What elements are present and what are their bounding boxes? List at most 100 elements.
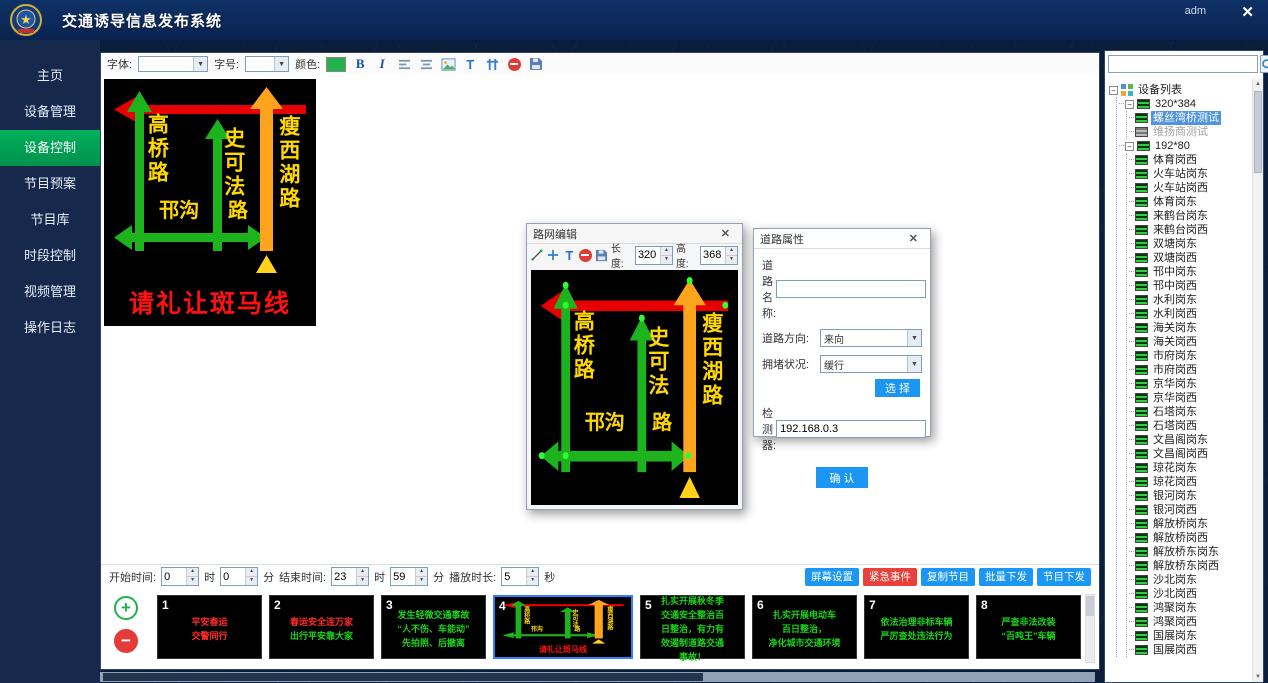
tree-device-1-25[interactable]: 银河岗西 bbox=[1129, 503, 1253, 517]
tree-device-1-35[interactable]: 国展岗西 bbox=[1129, 643, 1253, 657]
sidebar-item-2[interactable]: 设备控制 bbox=[0, 130, 100, 166]
sidebar-item-7[interactable]: 操作日志 bbox=[0, 310, 100, 346]
tree-device-0-0[interactable]: 螺丝湾桥测试 bbox=[1129, 111, 1253, 125]
color-swatch[interactable] bbox=[326, 57, 346, 72]
road-direction-select[interactable]: 来向 ▼ bbox=[820, 329, 922, 347]
end-min-input[interactable] bbox=[391, 568, 415, 585]
start-min-input[interactable] bbox=[221, 568, 245, 585]
playlist-item-1[interactable]: 1平安春运交警同行 bbox=[157, 595, 262, 659]
tree-device-1-32[interactable]: 鸿聚岗东 bbox=[1129, 601, 1253, 615]
save-icon[interactable] bbox=[528, 56, 544, 72]
tree-device-1-18[interactable]: 石塔岗东 bbox=[1129, 405, 1253, 419]
sidebar-item-4[interactable]: 节目库 bbox=[0, 202, 100, 238]
tree-device-1-27[interactable]: 解放桥岗西 bbox=[1129, 531, 1253, 545]
collapse-icon[interactable]: − bbox=[1109, 86, 1118, 95]
tree-device-1-8[interactable]: 邗中岗东 bbox=[1129, 265, 1253, 279]
playlist-item-3[interactable]: 3发生轻微交通事故“人不伤、车能动”先拍照、后撤离 bbox=[381, 595, 486, 659]
stepper-arrows[interactable]: ▲▼ bbox=[356, 568, 368, 585]
detector-input[interactable] bbox=[776, 420, 926, 438]
end-hour-input[interactable] bbox=[332, 568, 356, 585]
user-label[interactable]: adm bbox=[1185, 5, 1206, 17]
led-preview[interactable]: 高桥路 史可法 瘦西湖路 邗沟 路 请礼让斑马线 bbox=[104, 79, 316, 326]
tree-scrollbar[interactable]: ▲ ▼ bbox=[1252, 79, 1263, 682]
duration-stepper[interactable]: ▲▼ bbox=[501, 567, 539, 586]
action-button-0[interactable]: 屏幕设置 bbox=[805, 568, 859, 586]
tree-device-1-19[interactable]: 石塔岗西 bbox=[1129, 419, 1253, 433]
line-tool-icon[interactable] bbox=[531, 248, 544, 262]
stepper-arrows[interactable]: ▲▼ bbox=[526, 568, 538, 585]
tree-device-1-9[interactable]: 邗中岗西 bbox=[1129, 279, 1253, 293]
tree-device-1-24[interactable]: 银河岗东 bbox=[1129, 489, 1253, 503]
scrollbar-thumb[interactable] bbox=[103, 673, 703, 681]
search-button[interactable] bbox=[1260, 55, 1268, 73]
height-input[interactable] bbox=[701, 247, 725, 264]
tree-device-1-34[interactable]: 国展岗东 bbox=[1129, 629, 1253, 643]
collapse-icon[interactable]: − bbox=[1125, 142, 1134, 151]
length-stepper[interactable]: ▲▼ bbox=[635, 246, 673, 265]
columns-icon[interactable] bbox=[484, 56, 500, 72]
tree-device-1-30[interactable]: 沙北岗东 bbox=[1129, 573, 1253, 587]
playlist-scrollbar[interactable] bbox=[1085, 594, 1095, 663]
action-button-3[interactable]: 批量下发 bbox=[979, 568, 1033, 586]
scroll-up-icon[interactable]: ▲ bbox=[1253, 79, 1263, 89]
start-min-stepper[interactable]: ▲▼ bbox=[220, 567, 258, 586]
scrollbar-thumb[interactable] bbox=[1086, 596, 1094, 616]
tree-device-1-5[interactable]: 来鹤台岗西 bbox=[1129, 223, 1253, 237]
action-button-2[interactable]: 复制节目 bbox=[921, 568, 975, 586]
tree-device-1-7[interactable]: 双塘岗西 bbox=[1129, 251, 1253, 265]
tree-device-1-12[interactable]: 海关岗东 bbox=[1129, 321, 1253, 335]
tree-device-1-15[interactable]: 市府岗西 bbox=[1129, 363, 1253, 377]
sidebar-item-0[interactable]: 主页 bbox=[0, 58, 100, 94]
length-input[interactable] bbox=[636, 247, 660, 264]
move-tool-icon[interactable] bbox=[547, 248, 560, 262]
sidebar-item-6[interactable]: 视频管理 bbox=[0, 274, 100, 310]
tree-device-1-23[interactable]: 琼花岗西 bbox=[1129, 475, 1253, 489]
tree-device-0-1[interactable]: 维扬商测试 bbox=[1129, 125, 1253, 139]
dialog-titlebar[interactable]: 路网编辑 ✕ bbox=[527, 224, 742, 244]
playlist-item-4[interactable]: 4 bbox=[493, 595, 633, 659]
size-select[interactable]: ▼ bbox=[245, 56, 289, 72]
tree-device-1-0[interactable]: 体育岗西 bbox=[1129, 153, 1253, 167]
stepper-arrows[interactable]: ▲▼ bbox=[725, 247, 737, 264]
tree-device-1-33[interactable]: 鸿聚岗西 bbox=[1129, 615, 1253, 629]
select-button[interactable]: 选 择 bbox=[875, 379, 920, 397]
collapse-icon[interactable]: − bbox=[1125, 100, 1134, 109]
tree-device-1-14[interactable]: 市府岗东 bbox=[1129, 349, 1253, 363]
start-hour-input[interactable] bbox=[162, 568, 186, 585]
text-icon[interactable]: T bbox=[462, 56, 478, 72]
stepper-arrows[interactable]: ▲▼ bbox=[186, 568, 198, 585]
duration-input[interactable] bbox=[502, 568, 526, 585]
road-name-input[interactable] bbox=[776, 280, 926, 298]
playlist-item-6[interactable]: 6扎实开展电动车百日整治，净化城市交通环境 bbox=[752, 595, 857, 659]
tree-device-1-26[interactable]: 解放桥岗东 bbox=[1129, 517, 1253, 531]
tree-device-1-1[interactable]: 火车站岗东 bbox=[1129, 167, 1253, 181]
tree-device-1-11[interactable]: 水利岗西 bbox=[1129, 307, 1253, 321]
sidebar-item-5[interactable]: 时段控制 bbox=[0, 238, 100, 274]
font-select[interactable]: ▼ bbox=[138, 56, 208, 72]
close-icon[interactable]: ✕ bbox=[903, 231, 924, 246]
tree-group-0[interactable]: −320*384 bbox=[1119, 97, 1253, 111]
sidebar-item-1[interactable]: 设备管理 bbox=[0, 94, 100, 130]
align-center-icon[interactable] bbox=[418, 56, 434, 72]
end-min-stepper[interactable]: ▲▼ bbox=[390, 567, 428, 586]
height-stepper[interactable]: ▲▼ bbox=[700, 246, 738, 265]
tree-device-1-13[interactable]: 海关岗西 bbox=[1129, 335, 1253, 349]
stepper-arrows[interactable]: ▲▼ bbox=[415, 568, 427, 585]
tree-device-1-4[interactable]: 来鹤台岗东 bbox=[1129, 209, 1253, 223]
remove-program-button[interactable]: − bbox=[114, 629, 138, 653]
start-hour-stepper[interactable]: ▲▼ bbox=[161, 567, 199, 586]
action-button-1[interactable]: 紧急事件 bbox=[863, 568, 917, 586]
tree-group-1[interactable]: −192*80 bbox=[1119, 139, 1253, 153]
bold-icon[interactable]: B bbox=[352, 56, 368, 72]
stepper-arrows[interactable]: ▲▼ bbox=[245, 568, 257, 585]
tree-device-1-3[interactable]: 体育岗东 bbox=[1129, 195, 1253, 209]
playlist-item-5[interactable]: 5扎实开展秋冬季交通安全整治百日整治，有力有效遏制道路交通事故！ bbox=[640, 595, 745, 659]
playlist-item-2[interactable]: 2春运安全连万家出行平安靠大家 bbox=[269, 595, 374, 659]
close-icon[interactable]: ✕ bbox=[715, 226, 736, 241]
tree-device-1-29[interactable]: 解放桥东岗西 bbox=[1129, 559, 1253, 573]
dialog-titlebar[interactable]: 道路属性 ✕ bbox=[754, 229, 930, 249]
confirm-button[interactable]: 确 认 bbox=[816, 467, 867, 488]
delete-icon[interactable] bbox=[506, 56, 522, 72]
tree-device-1-6[interactable]: 双塘岗东 bbox=[1129, 237, 1253, 251]
scroll-down-icon[interactable]: ▼ bbox=[1253, 672, 1263, 682]
